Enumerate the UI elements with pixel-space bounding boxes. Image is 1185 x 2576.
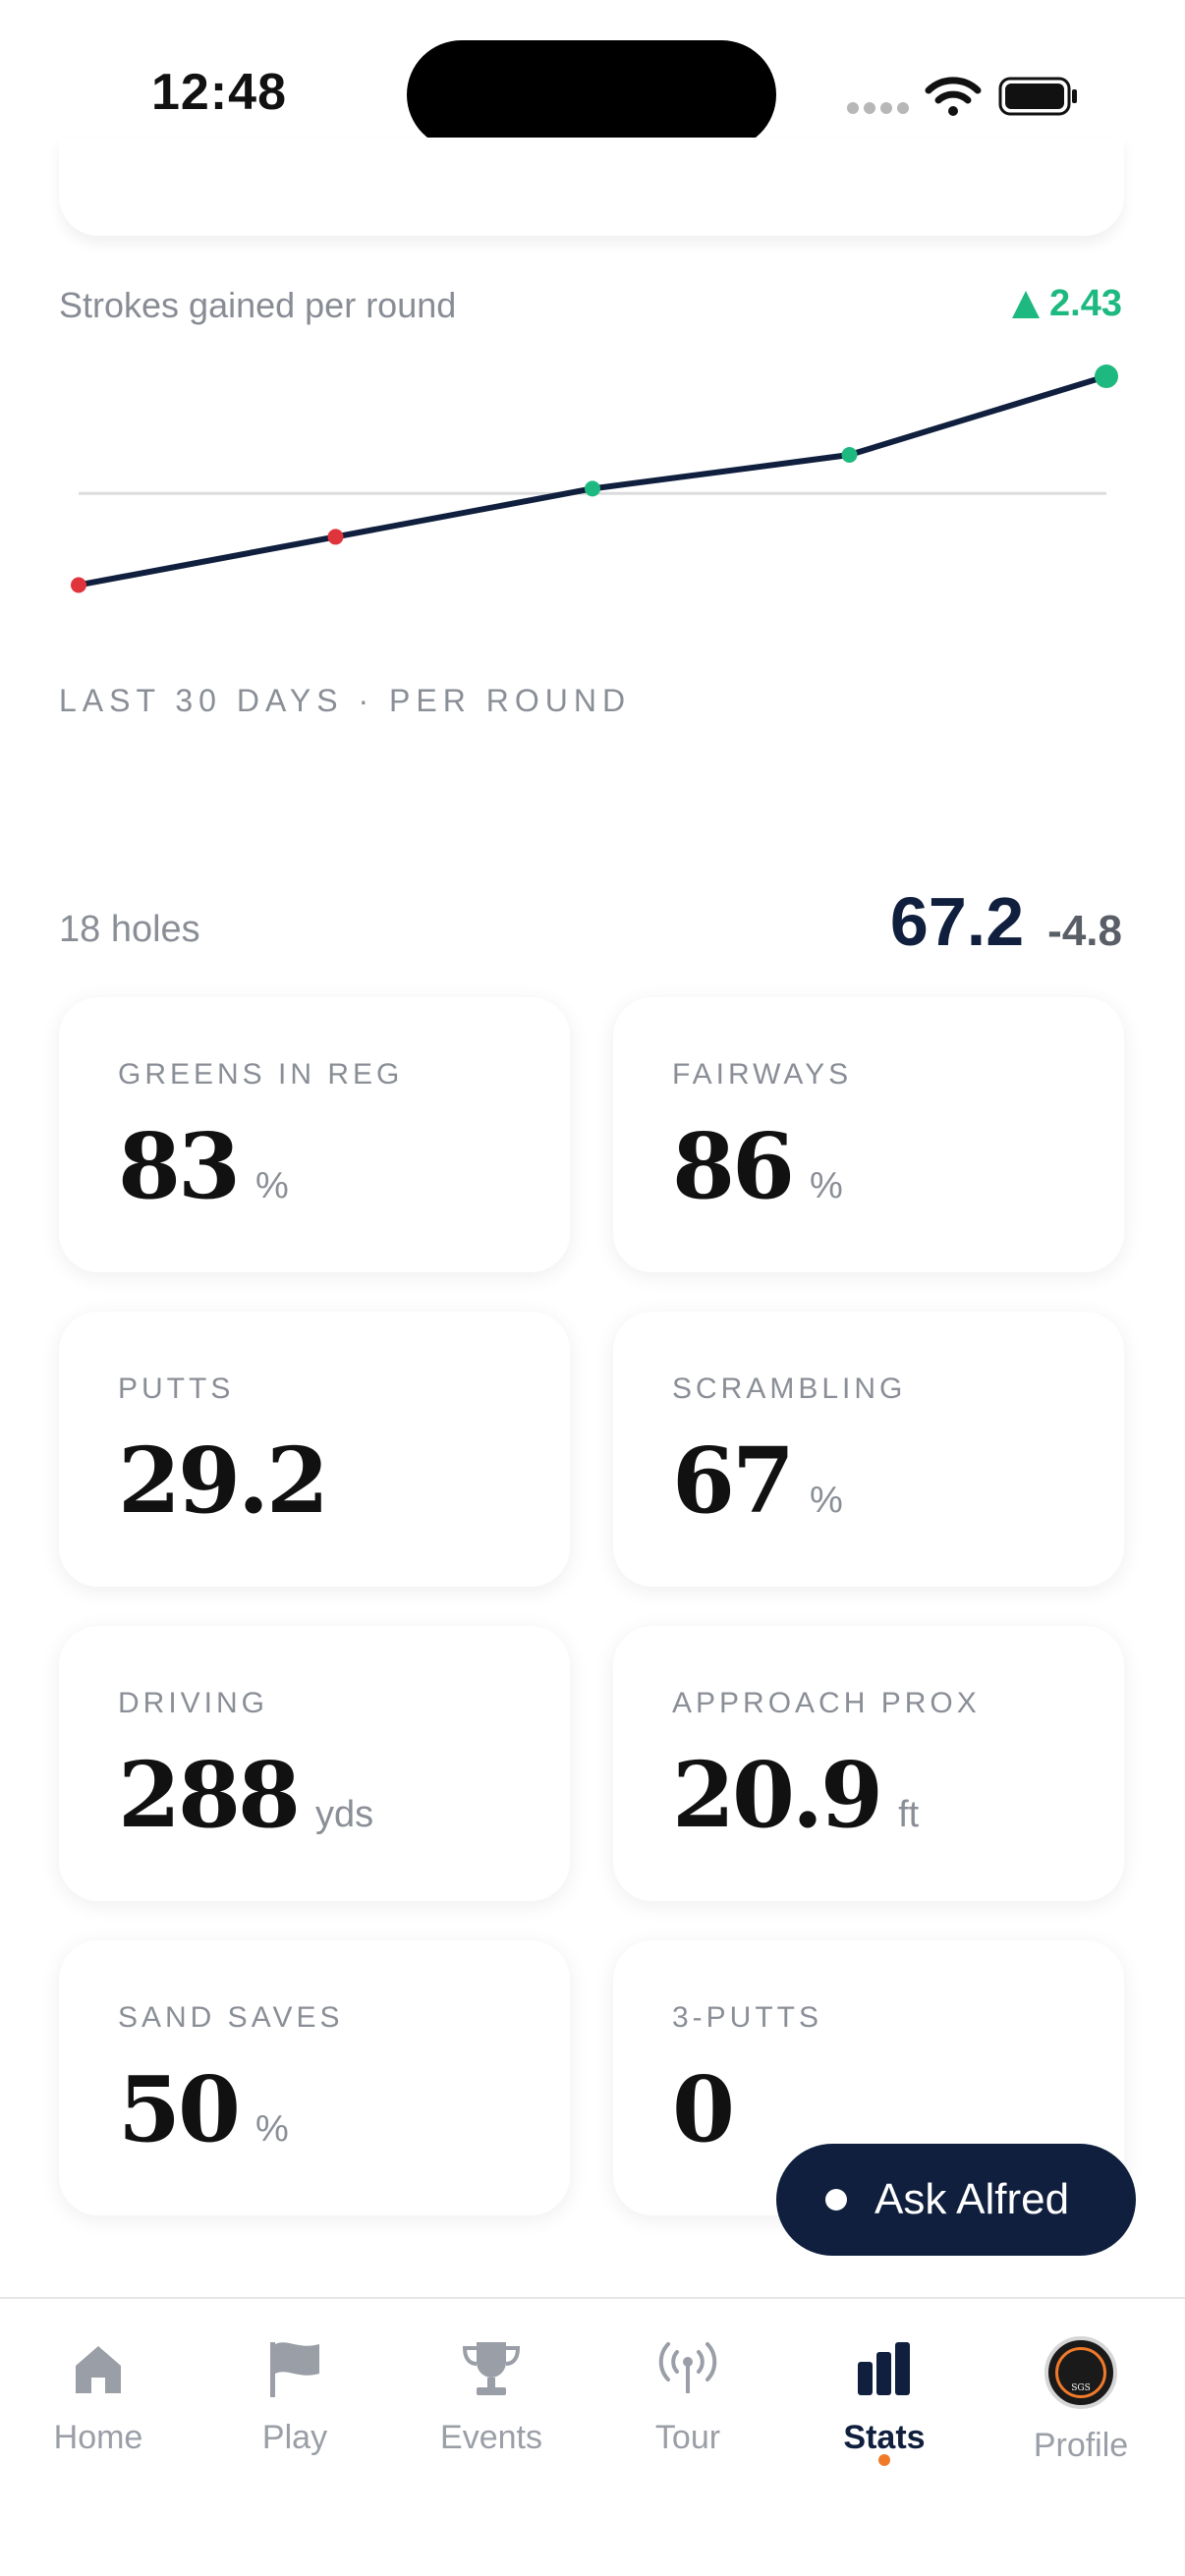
stat-value: 50 [118,2056,241,2162]
stat-label: APPROACH PROX [672,1687,981,1719]
stat-card-approach-prox[interactable]: APPROACH PROX 20.9 ft [613,1626,1124,1901]
stat-card-sand-saves[interactable]: SAND SAVES 50% [59,1940,570,2215]
stat-unit: % [810,1165,843,1206]
stat-value: 288 [118,1742,301,1848]
tab-label: Home [53,2419,143,2456]
stat-unit: % [810,1480,843,1521]
tab-stats[interactable]: Stats [786,2336,983,2466]
tab-label: Events [440,2419,542,2456]
broadcast-icon [658,2342,717,2393]
stat-value: 83 [118,1113,241,1219]
stat-value: 29.2 [118,1428,329,1534]
stat-value: 20.9 [672,1742,883,1848]
stats-grid: GREENS IN REG 83% FAIRWAYS 86% PUTTS 29.… [59,997,1124,2215]
stat-value: 67 [672,1428,795,1534]
ask-alfred-button[interactable]: Ask Alfred [776,2144,1136,2256]
stat-label: GREENS IN REG [118,1058,404,1091]
tab-profile[interactable]: SGS Profile [983,2336,1179,2465]
stat-label: FAIRWAYS [672,1058,853,1091]
tab-bar: Home Play Events Tour Stats SGS Profile [0,2297,1185,2576]
status-time: 12:48 [151,64,287,121]
tab-label: Profile [1033,2427,1129,2464]
stat-unit: yds [315,1794,374,1835]
holes-label[interactable]: 18 holes [59,909,200,951]
tab-label: Tour [654,2419,721,2456]
score-summary: 67.2 -4.8 [890,882,1122,961]
battery-icon [998,77,1077,116]
trophy-icon [462,2342,521,2395]
stat-card-fairways[interactable]: FAIRWAYS 86% [613,997,1124,1272]
chart-point [327,529,344,545]
stat-label: SAND SAVES [118,2001,344,2034]
average-score: 67.2 [889,883,1025,960]
ask-alfred-label: Ask Alfred [875,2175,1070,2223]
strokes-gained-value: 2.43 [1012,283,1122,325]
dynamic-island [407,40,776,149]
stat-label: DRIVING [118,1687,269,1719]
chart-point [1095,364,1118,389]
stat-label: 3-PUTTS [672,2001,823,2034]
chart-series-line [78,373,1107,588]
active-tab-indicator [878,2454,890,2466]
score-to-par: -4.8 [1047,907,1122,955]
avatar-logo-text: SGS [1071,2383,1091,2393]
trend-up-icon [1012,290,1041,318]
home-icon [76,2346,121,2393]
tab-home[interactable]: Home [0,2336,197,2457]
tab-events[interactable]: Events [393,2336,590,2457]
stat-label: SCRAMBLING [672,1372,907,1405]
chart-point [585,480,600,497]
chart-point [71,577,86,593]
tab-label: Play [261,2419,328,2456]
strokes-gained-chart [71,364,1118,593]
stat-unit: % [255,1165,289,1206]
range-label: LAST 30 DAYS · PER ROUND [59,683,632,718]
stat-card-putts[interactable]: PUTTS 29.2 [59,1312,570,1587]
status-dot-icon [825,2189,847,2211]
stat-card-scrambling[interactable]: SCRAMBLING 67% [613,1312,1124,1587]
previous-card [59,138,1124,236]
stat-value: 86 [672,1113,795,1219]
bar-chart-icon [858,2342,910,2395]
avatar-icon: SGS [1044,2336,1117,2409]
flag-icon [270,2342,319,2397]
stat-unit: ft [898,1794,920,1835]
stat-unit: % [255,2108,289,2150]
chart-point [841,447,858,464]
tab-label: Stats [843,2419,926,2456]
strokes-gained-label: Strokes gained per round [59,285,457,325]
stat-card-greens-in-reg[interactable]: GREENS IN REG 83% [59,997,570,1272]
stat-label: PUTTS [118,1372,235,1405]
wifi-icon [925,77,982,116]
cellular-signal-icon [847,102,909,114]
tab-play[interactable]: Play [197,2336,393,2457]
tab-tour[interactable]: Tour [590,2336,786,2457]
strokes-gained-number: 2.43 [1049,283,1122,324]
stat-card-driving[interactable]: DRIVING 288 yds [59,1626,570,1901]
stat-value: 0 [672,2056,735,2162]
